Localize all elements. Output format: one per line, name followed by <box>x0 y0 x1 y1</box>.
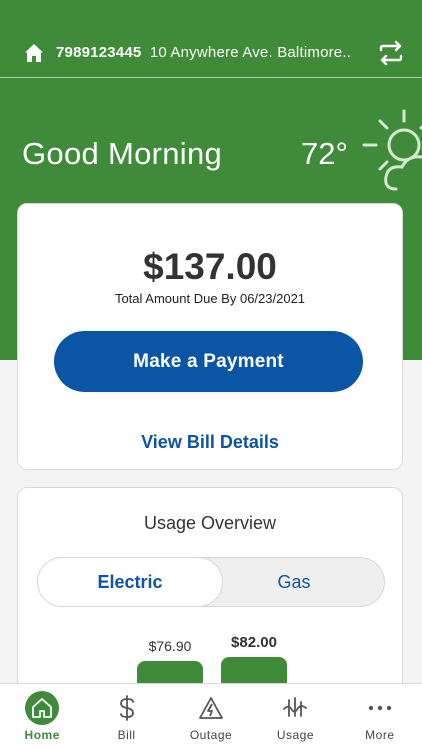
dollar-icon <box>110 691 144 725</box>
temperature: 72° <box>301 136 348 171</box>
account-number: 7989123445 <box>56 44 142 61</box>
tab-gas[interactable]: Gas <box>202 557 386 607</box>
account-selector[interactable]: 7989123445 10 Anywhere Ave. Baltimore.. <box>0 28 422 78</box>
usage-title: Usage Overview <box>143 513 277 533</box>
tab-electric[interactable]: Electric <box>37 557 223 607</box>
bill-card: $137.00 Total Amount Due By 06/23/2021 M… <box>17 203 403 470</box>
nav-label: Outage <box>189 728 233 742</box>
nav-outage[interactable]: Outage <box>169 684 253 750</box>
account-info: 7989123445 10 Anywhere Ave. Baltimore.. <box>56 44 370 61</box>
nav-home[interactable]: Home <box>0 684 84 750</box>
more-icon <box>363 691 397 725</box>
switch-account-icon[interactable] <box>378 40 404 66</box>
nav-bill[interactable]: Bill <box>84 684 168 750</box>
partly-sunny-icon <box>362 109 422 191</box>
account-address: 10 Anywhere Ave. Baltimore.. <box>149 44 352 61</box>
nav-more[interactable]: More <box>338 684 422 750</box>
usage-icon <box>278 691 312 725</box>
nav-usage[interactable]: Usage <box>253 684 337 750</box>
nav-label: More <box>365 728 395 742</box>
home-icon <box>25 43 43 62</box>
make-payment-button[interactable]: Make a Payment <box>54 331 363 392</box>
due-date-text: Total Amount Due By 06/23/2021 <box>114 291 306 306</box>
bottom-nav: Home Bill Outage Usage More <box>0 683 422 750</box>
view-bill-details-link[interactable]: View Bill Details <box>18 432 402 453</box>
usage-bar-label: $76.90 <box>148 638 192 654</box>
nav-label: Usage <box>276 728 315 742</box>
usage-bar-label: $82.00 <box>231 634 277 651</box>
home-icon <box>25 691 60 725</box>
warning-icon <box>194 691 228 725</box>
greeting-text: Good Morning <box>22 136 223 171</box>
utility-toggle: Electric Gas <box>37 557 385 607</box>
amount-due: $137.00 <box>143 246 277 287</box>
nav-label: Bill <box>117 728 136 742</box>
nav-label: Home <box>24 728 60 742</box>
